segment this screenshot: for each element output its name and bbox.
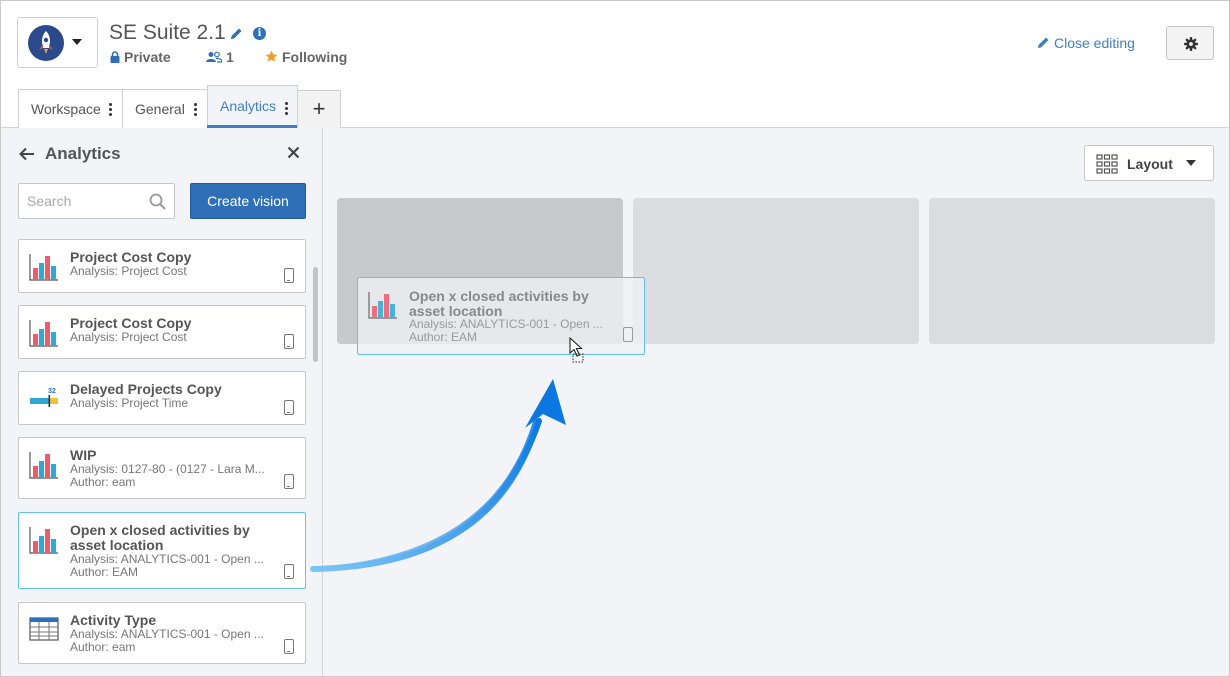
- chevron-down-icon: [1186, 160, 1196, 166]
- rocket-logo-icon: [28, 25, 64, 61]
- card-analysis: Analysis: 0127-80 - (0127 - Lara M...: [70, 463, 265, 476]
- card-title: WIP: [70, 447, 97, 463]
- more-vertical-icon[interactable]: [285, 102, 288, 115]
- privacy-status: Private: [110, 49, 171, 66]
- tab-label: General: [135, 101, 185, 117]
- tab-workspace[interactable]: Workspace: [18, 89, 123, 128]
- card-analysis: Analysis: Project Cost: [70, 265, 187, 278]
- close-icon[interactable]: [287, 146, 300, 164]
- bar-chart-icon: [368, 290, 398, 320]
- close-editing-link[interactable]: Close editing: [1037, 35, 1135, 52]
- mobile-icon: [623, 327, 633, 342]
- pencil-icon[interactable]: [230, 27, 243, 45]
- card-author: Author: eam: [70, 641, 136, 654]
- following-status[interactable]: Following: [265, 49, 347, 66]
- card-analysis: Analysis: Project Cost: [70, 331, 187, 344]
- mobile-icon: [284, 474, 294, 489]
- mobile-icon: [284, 334, 294, 349]
- bar-chart-icon: [29, 450, 59, 480]
- mobile-icon: [284, 400, 294, 415]
- app-window: SE Suite 2.1 i Private 1 Following Close…: [0, 0, 1230, 677]
- tab-general[interactable]: General: [122, 89, 208, 128]
- card-title: Open x closed activities by asset locati…: [409, 288, 589, 319]
- members-count[interactable]: 1: [206, 49, 234, 66]
- tab-label: Analytics: [220, 98, 277, 114]
- create-vision-button[interactable]: Create vision: [190, 183, 306, 219]
- layout-dropdown[interactable]: Layout: [1084, 145, 1214, 181]
- mobile-icon: [284, 639, 294, 654]
- card-title: Open x closed activities by asset locati…: [70, 522, 250, 553]
- tab-label: Workspace: [31, 101, 101, 117]
- star-icon: [265, 50, 278, 66]
- dashboard-slot-2[interactable]: [633, 198, 919, 344]
- bar-chart-icon: [29, 318, 59, 348]
- card-title: Delayed Projects Copy: [70, 381, 222, 397]
- vision-card[interactable]: Project Cost Copy Analysis: Project Cost: [18, 305, 306, 359]
- card-analysis: Analysis: Project Time: [70, 397, 189, 410]
- card-author: Author: eam: [70, 476, 136, 489]
- users-icon: [206, 50, 223, 66]
- workspace-logo-dropdown[interactable]: [17, 17, 98, 68]
- card-title: Activity Type: [70, 612, 157, 628]
- search-icon[interactable]: [149, 193, 166, 215]
- vision-card[interactable]: 32 Delayed Projects Copy Analysis: Proje…: [18, 371, 306, 425]
- card-author: Author: EAM: [70, 566, 139, 579]
- mobile-icon: [284, 564, 294, 579]
- drag-cursor-icon: [569, 336, 587, 368]
- search-field[interactable]: [18, 183, 175, 219]
- card-analysis: Analysis: ANALYTICS-001 - Open ...: [70, 553, 264, 566]
- chevron-down-icon: [72, 39, 82, 45]
- bar-chart-icon: [29, 252, 59, 282]
- privacy-label: Private: [124, 49, 171, 65]
- card-title: Project Cost Copy: [70, 249, 192, 265]
- table-icon: [29, 615, 59, 645]
- vision-card[interactable]: WIP Analysis: 0127-80 - (0127 - Lara M..…: [18, 437, 306, 499]
- dashboard-slot-3[interactable]: [929, 198, 1215, 344]
- gauge-bar-icon: 32: [29, 384, 59, 414]
- layout-label: Layout: [1127, 156, 1173, 172]
- panel-title: Analytics: [45, 144, 121, 163]
- card-title: Project Cost Copy: [70, 315, 192, 331]
- card-analysis: Analysis: ANALYTICS-001 - Open ...: [409, 318, 603, 331]
- workspace-header: SE Suite 2.1 i Private 1 Following Close…: [1, 1, 1229, 128]
- arrow-left-icon[interactable]: [19, 147, 35, 166]
- plus-icon: +: [312, 96, 326, 121]
- pencil-icon: [1037, 36, 1050, 52]
- scrollbar-thumb[interactable]: [313, 267, 318, 362]
- following-label: Following: [282, 49, 348, 65]
- more-vertical-icon[interactable]: [194, 103, 197, 116]
- add-tab-button[interactable]: +: [297, 90, 341, 128]
- members-count-label: 1: [226, 49, 234, 65]
- lock-icon: [110, 50, 120, 66]
- bar-chart-icon: [29, 525, 59, 555]
- settings-button[interactable]: [1166, 26, 1214, 60]
- vision-card-selected[interactable]: Open x closed activities by asset locati…: [18, 512, 306, 589]
- card-analysis: Analysis: ANALYTICS-001 - Open ...: [70, 628, 264, 641]
- more-vertical-icon[interactable]: [109, 103, 112, 116]
- search-input[interactable]: [27, 193, 142, 209]
- tab-analytics[interactable]: Analytics: [207, 85, 298, 128]
- grid-icon: [1096, 154, 1118, 179]
- vision-card[interactable]: Activity Type Analysis: ANALYTICS-001 - …: [18, 602, 306, 664]
- close-editing-label: Close editing: [1054, 35, 1135, 51]
- mobile-icon: [284, 268, 294, 283]
- workspace-title: SE Suite 2.1: [109, 21, 226, 44]
- gauge-badge: 32: [48, 388, 56, 395]
- info-icon[interactable]: i: [253, 27, 266, 40]
- vision-card[interactable]: Project Cost Copy Analysis: Project Cost: [18, 239, 306, 293]
- gear-icon: [1184, 37, 1198, 56]
- dragging-vision-card[interactable]: Open x closed activities by asset locati…: [357, 277, 645, 355]
